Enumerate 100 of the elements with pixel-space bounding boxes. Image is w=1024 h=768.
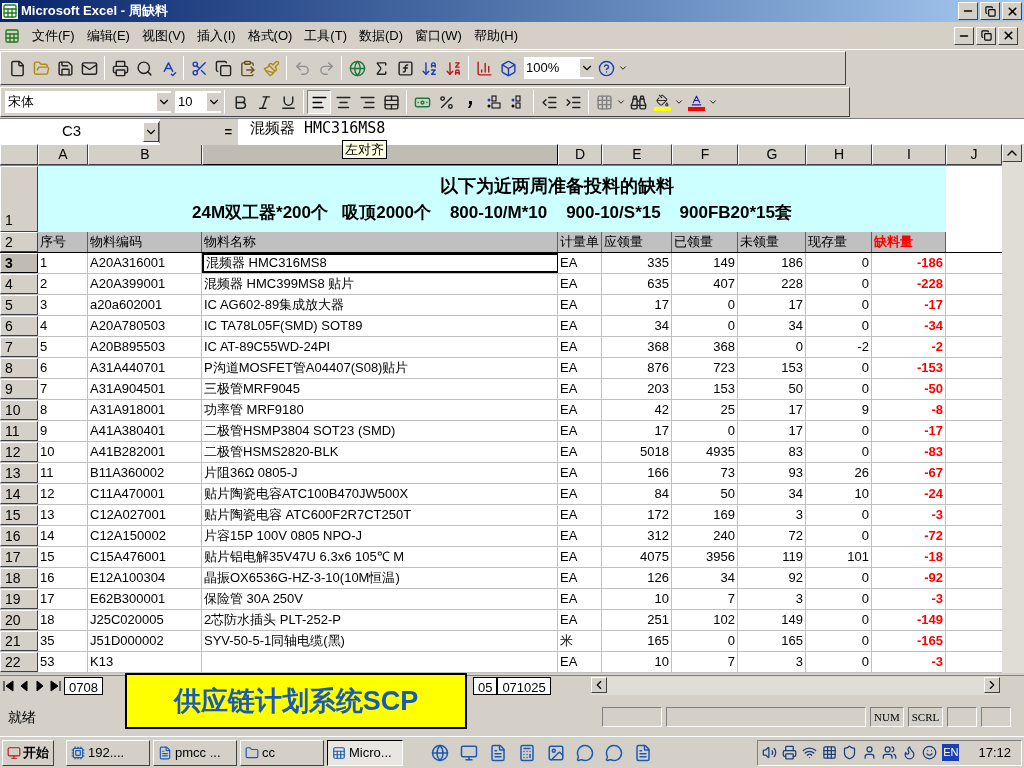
select-all-button[interactable]: [0, 144, 38, 165]
restore-button[interactable]: [980, 2, 1000, 20]
row-header[interactable]: 7: [0, 337, 38, 357]
formula-field[interactable]: 混频器 HMC316MS8: [250, 118, 386, 138]
quick-launch-icon[interactable]: [634, 743, 652, 762]
table-cell-text: IC AG602-89集成放大器: [204, 296, 345, 315]
font-size-field[interactable]: 10: [175, 91, 221, 113]
table-cell-text: 153: [781, 359, 803, 378]
row-header[interactable]: 10: [0, 400, 38, 420]
table-cell-text: 片阻36Ω 0805-J: [204, 464, 298, 483]
column-header[interactable]: A: [38, 144, 88, 165]
quick-launch-icon[interactable]: [547, 743, 565, 762]
table-cell-text: EA: [560, 443, 578, 462]
font-field[interactable]: 宋体: [5, 91, 171, 113]
vertical-scrollbar[interactable]: [1002, 144, 1024, 673]
row-header[interactable]: 22: [0, 652, 38, 672]
overlay-label: 供应链计划系统SCP: [125, 673, 467, 729]
table-cell-text: 11: [40, 464, 54, 483]
sheet-tab[interactable]: 071025: [497, 676, 551, 695]
restore-button[interactable]: [976, 26, 996, 45]
row-header[interactable]: 18: [0, 568, 38, 588]
menu-item[interactable]: 窗口(W): [409, 25, 468, 46]
close-button[interactable]: [1002, 2, 1022, 20]
column-header[interactable]: D: [558, 144, 602, 165]
column-header[interactable]: J: [946, 144, 1002, 165]
tray-icon[interactable]: [802, 745, 818, 760]
tray-icon[interactable]: [842, 745, 858, 760]
language-indicator[interactable]: EN: [942, 744, 960, 761]
table-cell-text: 1: [40, 254, 48, 273]
zoom-field[interactable]: 100%: [524, 57, 594, 79]
table-cell-text: 251: [647, 611, 669, 630]
menu-item[interactable]: 文件(F): [26, 25, 81, 46]
last-sheet-icon[interactable]: [49, 679, 63, 692]
tray-icon[interactable]: [762, 745, 778, 760]
table-cell-text: 50: [720, 485, 735, 504]
table-cell-text: 126: [647, 569, 669, 588]
align-left-button[interactable]: [307, 90, 331, 114]
column-header[interactable]: F: [672, 144, 738, 165]
table-cell-text: SYV-50-5-1同轴电缆(黑): [204, 632, 345, 651]
row-header[interactable]: 9: [0, 379, 38, 399]
start-button[interactable]: 开始: [2, 739, 54, 766]
row-header[interactable]: 3: [0, 253, 38, 273]
row-header[interactable]: 17: [0, 547, 38, 567]
row-header[interactable]: 12: [0, 442, 38, 462]
row-header[interactable]: 20: [0, 610, 38, 630]
menu-item[interactable]: 格式(O): [241, 25, 299, 46]
row-header[interactable]: 8: [0, 358, 38, 378]
table-cell-text: 0: [861, 275, 869, 294]
sheet-tab[interactable]: 05: [472, 676, 498, 695]
row-header[interactable]: 6: [0, 316, 38, 336]
column-header[interactable]: I: [872, 144, 946, 165]
tray-icon[interactable]: [782, 745, 798, 760]
row-header[interactable]: 5: [0, 295, 38, 315]
horizontal-scrollbar[interactable]: [590, 676, 1000, 695]
row-header[interactable]: 19: [0, 589, 38, 609]
quick-launch-icon[interactable]: [460, 743, 478, 762]
tray-icon[interactable]: [882, 745, 898, 760]
minimize-button[interactable]: [958, 2, 978, 20]
table-cell-text: 17: [788, 296, 803, 315]
column-header[interactable]: E: [602, 144, 672, 165]
name-box[interactable]: C3: [0, 120, 160, 143]
column-header[interactable]: B: [88, 144, 202, 165]
column-header[interactable]: H: [806, 144, 872, 165]
quick-launch-icon[interactable]: [605, 743, 623, 762]
taskbar-button[interactable]: Micro...: [327, 739, 403, 766]
menu-item[interactable]: 帮助(H): [467, 25, 524, 46]
quick-launch-icon[interactable]: [489, 743, 507, 762]
quick-launch-icon[interactable]: [518, 743, 536, 762]
menu-item[interactable]: 插入(I): [191, 25, 242, 46]
menu-item[interactable]: 数据(D): [352, 25, 409, 46]
row-header[interactable]: 1: [0, 166, 38, 232]
menu-item[interactable]: 视图(V): [135, 25, 192, 46]
row-header[interactable]: 14: [0, 484, 38, 504]
taskbar-button[interactable]: pmcc ...: [153, 739, 237, 766]
tray-icon[interactable]: [822, 745, 838, 760]
row-header[interactable]: 4: [0, 274, 38, 294]
row-header[interactable]: 2: [0, 232, 38, 252]
row-header[interactable]: 21: [0, 631, 38, 651]
column-header[interactable]: G: [738, 144, 806, 165]
row-header[interactable]: 13: [0, 463, 38, 483]
tray-icon[interactable]: [922, 745, 938, 760]
quick-launch-icon[interactable]: [431, 743, 449, 762]
taskbar-button[interactable]: cc: [240, 739, 324, 766]
minimize-button[interactable]: [954, 26, 974, 45]
menu-item[interactable]: 编辑(E): [80, 25, 136, 46]
column-header[interactable]: [202, 144, 558, 165]
sheet-tab[interactable]: 0708: [64, 676, 103, 695]
quick-launch-icon[interactable]: [576, 743, 594, 762]
taskbar-button[interactable]: 192....: [66, 739, 150, 766]
table-cell-text: A20A780503: [90, 317, 166, 336]
close-button[interactable]: [998, 26, 1018, 45]
table-cell-text: 0: [727, 422, 735, 441]
row-header[interactable]: 16: [0, 526, 38, 546]
print-icon: [111, 59, 129, 77]
table-cell-text: 0: [861, 359, 869, 378]
menu-item[interactable]: 工具(T): [298, 25, 353, 46]
row-header[interactable]: 11: [0, 421, 38, 441]
first-sheet-icon[interactable]: [1, 679, 15, 692]
tray-icon[interactable]: [862, 745, 878, 760]
row-header[interactable]: 15: [0, 505, 38, 525]
